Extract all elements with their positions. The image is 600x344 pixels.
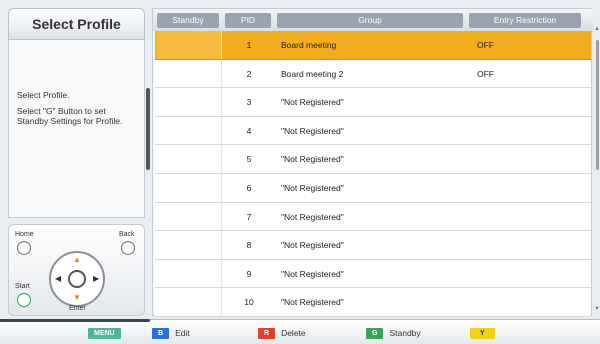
header-pid: PID	[225, 13, 271, 28]
panel-title: Select Profile	[8, 8, 145, 40]
arrow-down-icon: ▼	[73, 293, 81, 302]
menu-chip: MENU	[88, 327, 121, 339]
table-row[interactable]: 10 "Not Registered"	[155, 288, 591, 317]
header-standby: Standby	[157, 13, 219, 28]
pid-cell: 1	[246, 40, 252, 50]
delete-label: Delete	[281, 328, 306, 338]
standby-key[interactable]: G Standby	[366, 327, 421, 339]
pid-cell: 8	[246, 240, 252, 251]
group-cell: Board meeting	[281, 40, 337, 50]
pid-cell: 9	[246, 268, 252, 279]
back-button-icon	[121, 241, 135, 255]
pid-cell: 2	[246, 68, 252, 79]
table-header: Standby PID Group Entry Restriction	[153, 9, 593, 31]
table-row[interactable]: 7 "Not Registered"	[155, 202, 591, 232]
enter-label: Enter	[69, 305, 86, 312]
arrow-up-icon: ▲	[73, 255, 81, 264]
pid-cell: 5	[246, 154, 252, 165]
scroll-down-icon[interactable]: ▼	[594, 306, 600, 312]
standby-cell	[157, 59, 222, 88]
group-cell: "Not Registered"	[281, 240, 344, 251]
remote-guide: Home Back ▲ ◀ ▶ ▼ Start Enter	[8, 224, 145, 316]
table-row[interactable]: 3 "Not Registered"	[155, 88, 591, 117]
standby-cell	[157, 288, 222, 317]
standby-cell	[157, 145, 222, 174]
table-row[interactable]: 8 "Not Registered"	[155, 231, 591, 260]
group-cell: "Not Registered"	[281, 97, 344, 108]
function-key-bar: MENU B Edit R Delete G Standby Y	[0, 319, 600, 344]
start-label: Start	[15, 283, 30, 290]
start-button-icon	[17, 293, 31, 307]
standby-cell	[157, 174, 222, 202]
pid-cell: 3	[246, 97, 252, 108]
entry-restriction-cell: OFF	[477, 68, 494, 79]
scrollbar-thumb[interactable]	[596, 40, 599, 170]
panel-divider	[146, 88, 150, 170]
pid-cell: 6	[246, 183, 252, 193]
table-row[interactable]: 1 Board meeting OFF	[155, 31, 591, 60]
standby-cell	[157, 88, 222, 117]
table-row[interactable]: 2 Board meeting 2 OFF	[155, 59, 591, 89]
help-text-box: Select Profile. Select "G" Button to set…	[8, 40, 145, 218]
enter-button-icon	[68, 270, 86, 288]
profile-table: Standby PID Group Entry Restriction 1 Boa…	[152, 8, 593, 317]
green-chip: G	[366, 327, 384, 339]
yellow-chip: Y	[470, 327, 495, 339]
delete-key[interactable]: R Delete	[258, 327, 306, 339]
pid-cell: 7	[246, 211, 252, 222]
pid-cell: 4	[246, 125, 252, 136]
table-row[interactable]: 5 "Not Registered"	[155, 145, 591, 174]
standby-cell	[157, 116, 222, 145]
arrow-left-icon: ◀	[55, 274, 62, 283]
group-cell: "Not Registered"	[281, 154, 344, 165]
standby-cell	[157, 231, 222, 260]
help-line-standby-hint: Select "G" Button to set Standby Setting…	[17, 106, 123, 126]
arrow-right-icon: ▶	[93, 274, 100, 283]
table-row[interactable]: 4 "Not Registered"	[155, 116, 591, 146]
standby-cell	[157, 259, 222, 288]
red-chip: R	[258, 327, 276, 339]
group-cell: "Not Registered"	[281, 183, 344, 193]
blue-chip: B	[152, 327, 170, 339]
standby-cell	[157, 202, 222, 231]
home-button-icon	[17, 241, 31, 255]
group-cell: "Not Registered"	[281, 125, 344, 136]
edit-key[interactable]: B Edit	[152, 327, 190, 339]
menu-key[interactable]: MENU	[88, 327, 127, 339]
left-panel: Select Profile Select Profile. Select "G…	[8, 8, 145, 316]
table-row[interactable]: 6 "Not Registered"	[155, 174, 591, 203]
table-row[interactable]: 9 "Not Registered"	[155, 259, 591, 289]
group-cell: Board meeting 2	[281, 68, 344, 79]
home-label: Home	[15, 231, 34, 238]
group-cell: "Not Registered"	[281, 297, 344, 308]
header-group: Group	[277, 13, 463, 28]
back-label: Back	[119, 231, 135, 238]
edit-label: Edit	[175, 328, 190, 338]
header-entry-restriction: Entry Restriction	[469, 13, 581, 28]
dpad-icon: ▲ ◀ ▶ ▼	[49, 251, 105, 307]
scroll-up-icon[interactable]: ▲	[594, 26, 600, 32]
standby-label: Standby	[389, 328, 421, 338]
entry-restriction-cell: OFF	[477, 40, 494, 50]
footer-accent	[0, 319, 150, 322]
standby-cell	[157, 31, 222, 59]
pid-cell: 10	[244, 297, 254, 308]
group-cell: "Not Registered"	[281, 211, 344, 222]
group-cell: "Not Registered"	[281, 268, 344, 279]
yellow-key[interactable]: Y	[470, 327, 501, 339]
help-line-select-profile: Select Profile.	[17, 90, 70, 100]
